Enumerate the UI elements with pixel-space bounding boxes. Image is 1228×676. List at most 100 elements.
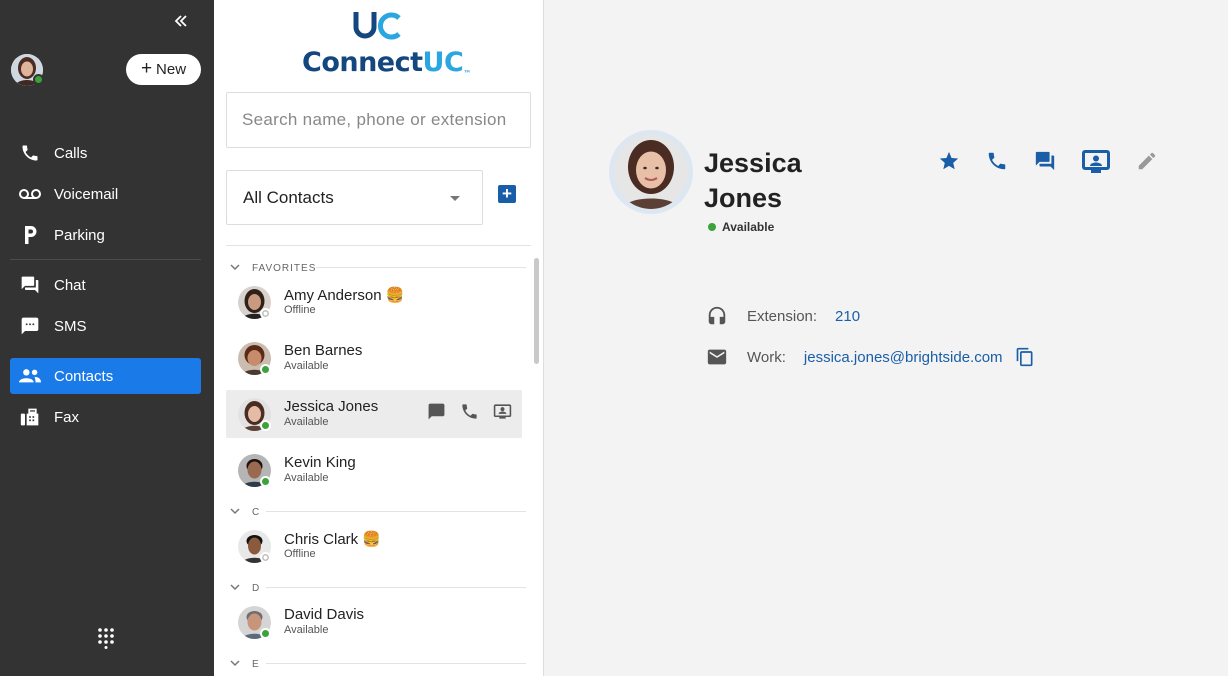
parking-icon	[19, 224, 41, 246]
chevron-down-icon	[230, 262, 242, 274]
extension-row: Extension: 210	[706, 305, 860, 327]
group-header-label: FAVORITES	[252, 262, 317, 274]
group-header-label: E	[252, 658, 260, 670]
contact-first-name: Jessica	[704, 148, 802, 178]
contact-name: Amy Anderson 🍔	[284, 286, 404, 304]
nav-item-parking[interactable]: Parking	[10, 217, 201, 253]
contact-status: Available	[284, 360, 329, 372]
phone-icon[interactable]	[460, 402, 479, 421]
filter-value: All Contacts	[243, 187, 334, 207]
nav-item-calls[interactable]: Calls	[10, 135, 201, 171]
contact-status: Offline	[284, 548, 316, 560]
nav-label: Contacts	[54, 367, 114, 385]
group-header-c[interactable]: C	[230, 505, 526, 519]
contact-status: Available	[284, 472, 329, 484]
contact-detail: Jessica Jones Available Extension: 210 W…	[544, 0, 1228, 676]
contact-name: Jessica Jones	[284, 398, 378, 415]
group-header-label: C	[252, 506, 261, 518]
collapse-sidebar-icon[interactable]	[171, 11, 191, 31]
work-email-row: Work: jessica.jones@brightside.com	[706, 346, 1035, 368]
nav-label: Chat	[54, 276, 86, 294]
chat-icon	[19, 274, 41, 296]
contacts-panel: ConnectUC™ All Contacts + FAVORITES Amy …	[214, 0, 544, 676]
voicemail-icon	[19, 183, 41, 205]
contact-row[interactable]: Kevin King Available	[226, 446, 522, 494]
contact-name: David Davis	[284, 606, 364, 623]
contact-row[interactable]: David Davis Available	[226, 598, 522, 646]
chat-icon[interactable]	[427, 402, 446, 421]
contact-actions	[938, 150, 1158, 173]
nav-label: Voicemail	[54, 185, 119, 203]
contact-row[interactable]: Chris Clark 🍔 Offline	[226, 522, 522, 570]
scrollbar[interactable]	[534, 258, 539, 364]
contact-name-text: Ben Barnes	[284, 342, 363, 359]
status-emoji: 🍔	[385, 287, 405, 304]
brand-name-part: Connect	[302, 47, 423, 78]
headset-icon	[706, 305, 728, 327]
sms-icon	[19, 315, 41, 337]
nav-item-voicemail[interactable]: Voicemail	[10, 176, 201, 212]
call-icon[interactable]	[986, 150, 1008, 172]
contact-row[interactable]: Jessica Jones Available	[226, 390, 522, 438]
nav-item-sms[interactable]: SMS	[10, 308, 201, 344]
video-meeting-icon[interactable]	[493, 402, 512, 421]
chat-icon[interactable]	[1034, 150, 1056, 172]
nav-label: Calls	[54, 144, 88, 162]
contact-name-text: David Davis	[284, 606, 365, 623]
contact-status: Offline	[284, 304, 316, 316]
contact-name: Chris Clark 🍔	[284, 530, 381, 548]
mail-icon	[706, 346, 728, 368]
brand-wordmark: ConnectUC™	[302, 47, 471, 78]
status-dot	[260, 364, 271, 375]
edit-pencil-icon[interactable]	[1136, 150, 1158, 172]
contact-name-text: Amy Anderson	[284, 287, 382, 304]
group-divider	[316, 267, 526, 268]
dialpad-icon[interactable]	[97, 627, 115, 649]
contact-name-text: Chris Clark	[284, 531, 359, 548]
chevron-down-icon	[230, 506, 242, 518]
contact-row[interactable]: Ben Barnes Available	[226, 334, 522, 382]
brand-name-accent: UC	[422, 47, 464, 78]
group-divider	[266, 663, 526, 664]
caret-down-icon	[450, 196, 460, 201]
contact-status: Available	[284, 416, 329, 428]
contact-avatar	[609, 130, 693, 214]
search-input[interactable]	[226, 92, 531, 148]
sidebar: + New Calls Voicemail Parking Chat SMS C…	[0, 0, 214, 676]
contacts-filter-select[interactable]: All Contacts	[226, 170, 483, 225]
nav-label: SMS	[54, 317, 87, 335]
nav-label: Fax	[54, 408, 80, 426]
contact-row[interactable]: Amy Anderson 🍔 Offline	[226, 278, 522, 326]
group-header-favorites[interactable]: FAVORITES	[230, 261, 526, 275]
group-header-d[interactable]: D	[230, 581, 526, 595]
nav-item-fax[interactable]: Fax	[10, 399, 201, 435]
work-email-link[interactable]: jessica.jones@brightside.com	[804, 349, 1003, 366]
video-meeting-icon[interactable]	[1082, 150, 1110, 173]
group-header-e[interactable]: E	[230, 657, 526, 671]
row-actions	[427, 402, 512, 421]
brand-logo: ConnectUC™	[302, 8, 471, 78]
chevron-down-icon	[230, 658, 242, 670]
plus-icon: +	[140, 58, 153, 79]
nav-divider	[10, 259, 201, 260]
presence-label: Available	[722, 220, 775, 234]
new-button[interactable]: + New	[126, 54, 201, 85]
nav-label: Parking	[54, 226, 105, 244]
copy-icon[interactable]	[1015, 347, 1035, 367]
favorite-star-icon[interactable]	[938, 150, 960, 172]
status-dot	[260, 476, 271, 487]
brand-mark-icon	[353, 12, 401, 40]
user-status-dot	[33, 74, 44, 85]
chevron-down-icon	[230, 582, 242, 594]
status-emoji: 🍔	[362, 531, 382, 548]
contact-name: Kevin King	[284, 454, 356, 471]
contact-name-text: Kevin King	[284, 454, 356, 471]
nav-item-chat[interactable]: Chat	[10, 267, 201, 303]
phone-icon	[19, 142, 41, 164]
contact-last-name: Jones	[704, 183, 783, 213]
extension-value[interactable]: 210	[835, 308, 860, 325]
status-dot	[260, 308, 271, 319]
nav-item-contacts[interactable]: Contacts	[10, 358, 201, 394]
add-contact-button[interactable]: +	[498, 185, 516, 203]
status-dot	[708, 223, 716, 231]
